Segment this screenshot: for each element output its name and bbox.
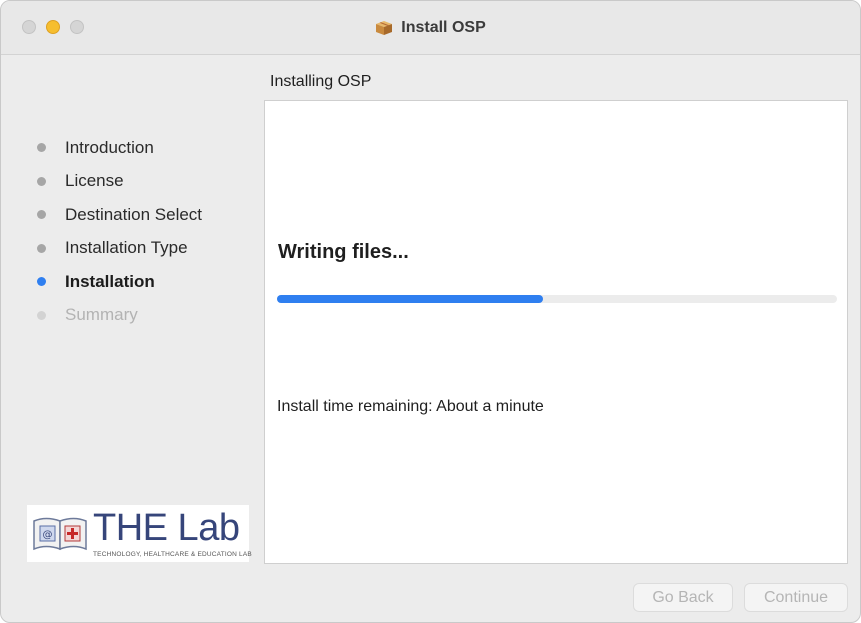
install-content-panel: Writing files... Install time remaining:…: [264, 100, 848, 564]
step-bullet-icon: [37, 176, 46, 186]
install-progress-fill: [277, 295, 543, 303]
installer-window: Install OSP Installing OSP Introduction …: [0, 0, 861, 623]
install-progress-bar: [277, 295, 837, 303]
svg-text:@: @: [43, 530, 53, 541]
step-summary: Summary: [37, 299, 202, 333]
title-bar: Install OSP: [1, 1, 860, 55]
step-installation-type: Installation Type: [37, 232, 202, 266]
package-icon: [375, 20, 393, 36]
step-label: Summary: [65, 305, 138, 325]
install-status-heading: Writing files...: [278, 241, 409, 263]
page-subtitle: Installing OSP: [270, 73, 372, 90]
step-bullet-icon: [37, 310, 46, 320]
step-license: License: [37, 165, 202, 199]
step-destination-select: Destination Select: [37, 198, 202, 232]
step-label: Introduction: [65, 137, 154, 157]
window-title: Install OSP: [1, 1, 860, 55]
step-bullet-icon: [37, 243, 46, 253]
continue-button[interactable]: Continue: [744, 583, 848, 612]
step-label: Destination Select: [65, 204, 203, 224]
step-introduction: Introduction: [37, 131, 202, 165]
step-bullet-icon: [37, 143, 46, 153]
step-label: License: [65, 171, 124, 191]
time-remaining-text: Install time remaining: About a minute: [277, 398, 544, 415]
the-lab-logo: @ THE Lab TECHNOLOGY, HEALTHCARE & EDUCA…: [27, 505, 252, 562]
logo-wordmark: THE Lab: [93, 507, 240, 549]
step-bullet-icon: [37, 210, 46, 220]
installer-steps: Introduction License Destination Select …: [37, 131, 202, 332]
logo-tagline: TECHNOLOGY, HEALTHCARE & EDUCATION LAB: [93, 551, 252, 558]
step-bullet-icon: [37, 277, 46, 287]
window-title-text: Install OSP: [401, 19, 486, 36]
step-installation: Installation: [37, 265, 202, 299]
open-book-icon: @: [33, 517, 87, 551]
go-back-button[interactable]: Go Back: [633, 583, 733, 612]
step-label: Installation: [65, 271, 155, 291]
step-label: Installation Type: [65, 238, 188, 258]
